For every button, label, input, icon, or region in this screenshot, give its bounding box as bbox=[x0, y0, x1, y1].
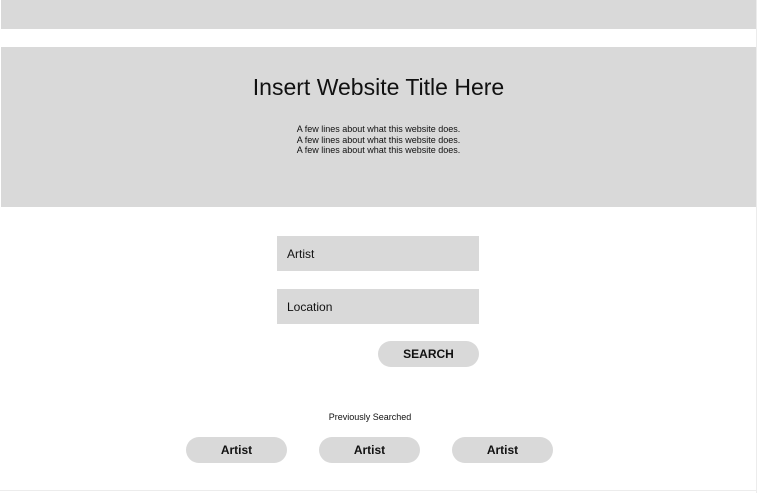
page-container: Insert Website Title Here A few lines ab… bbox=[0, 0, 757, 493]
bottom-edge-divider bbox=[0, 490, 757, 491]
site-description: A few lines about what this website does… bbox=[1, 124, 756, 156]
previously-searched-label: Previously Searched bbox=[328, 412, 412, 422]
search-button[interactable]: SEARCH bbox=[378, 341, 479, 367]
description-line-3: A few lines about what this website does… bbox=[296, 145, 461, 155]
location-input[interactable] bbox=[277, 289, 479, 324]
previous-search-artist-1[interactable]: Artist bbox=[186, 437, 287, 463]
artist-input[interactable] bbox=[277, 236, 479, 271]
previous-search-artist-2[interactable]: Artist bbox=[319, 437, 420, 463]
top-nav-bar bbox=[1, 0, 756, 29]
description-line-1: A few lines about what this website does… bbox=[296, 124, 461, 134]
previous-search-artist-3[interactable]: Artist bbox=[452, 437, 553, 463]
site-title: Insert Website Title Here bbox=[252, 74, 505, 100]
hero-banner: Insert Website Title Here A few lines ab… bbox=[1, 47, 756, 207]
description-line-2: A few lines about what this website does… bbox=[296, 134, 461, 145]
